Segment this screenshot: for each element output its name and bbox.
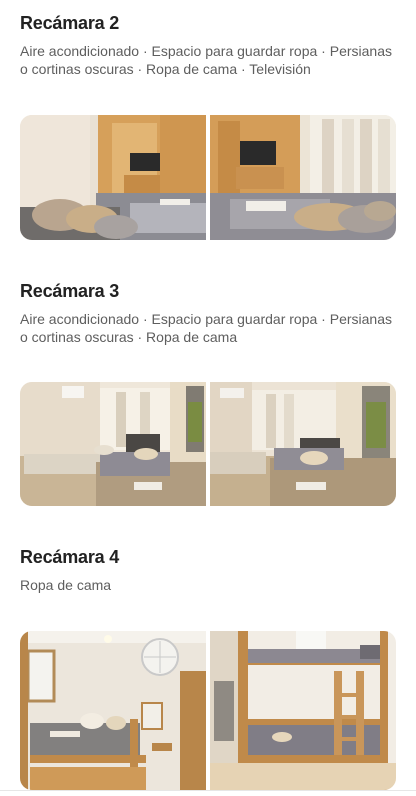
room-photo[interactable] <box>20 115 206 240</box>
room-section-4: Recámara 4 Ropa de cama <box>20 546 396 594</box>
room-photo[interactable] <box>210 382 396 506</box>
room-section-3: Recámara 3 Aire acondicionado · Espacio … <box>20 280 396 346</box>
room-4-photos <box>20 631 396 790</box>
room-title: Recámara 3 <box>20 281 120 301</box>
room-amenities: Ropa de cama <box>20 577 112 593</box>
room-photo[interactable] <box>20 631 206 790</box>
room-section-2: Recámara 2 Aire acondicionado · Espacio … <box>20 12 396 78</box>
room-title: Recámara 2 <box>20 13 120 33</box>
room-3-photos <box>20 382 396 506</box>
room-title: Recámara 4 <box>20 547 120 567</box>
room-photo[interactable] <box>210 115 396 240</box>
room-photo[interactable] <box>20 382 206 506</box>
bottom-divider <box>0 790 416 791</box>
room-amenities: Aire acondicionado · Espacio para guarda… <box>20 43 392 77</box>
room-2-photos <box>20 115 396 240</box>
room-amenities: Aire acondicionado · Espacio para guarda… <box>20 311 392 345</box>
room-photo[interactable] <box>210 631 396 790</box>
